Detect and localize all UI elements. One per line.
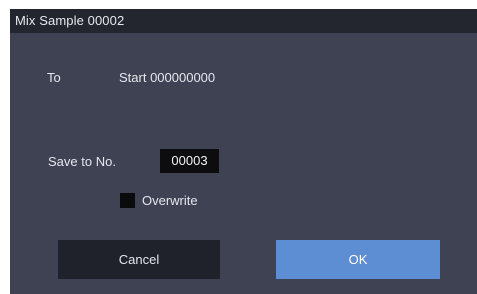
- dialog-title: Mix Sample 00002: [10, 9, 477, 33]
- ok-button[interactable]: OK: [276, 240, 440, 279]
- save-number-field[interactable]: 00003: [160, 149, 219, 173]
- to-value: Start 000000000: [119, 70, 216, 85]
- cancel-button[interactable]: Cancel: [58, 240, 220, 279]
- mix-sample-dialog: Mix Sample 00002 To Start 000000000 Save…: [10, 9, 477, 294]
- overwrite-checkbox[interactable]: [120, 193, 135, 208]
- to-label: To: [47, 70, 61, 85]
- save-to-number-label: Save to No.: [48, 154, 116, 169]
- overwrite-label[interactable]: Overwrite: [142, 193, 198, 209]
